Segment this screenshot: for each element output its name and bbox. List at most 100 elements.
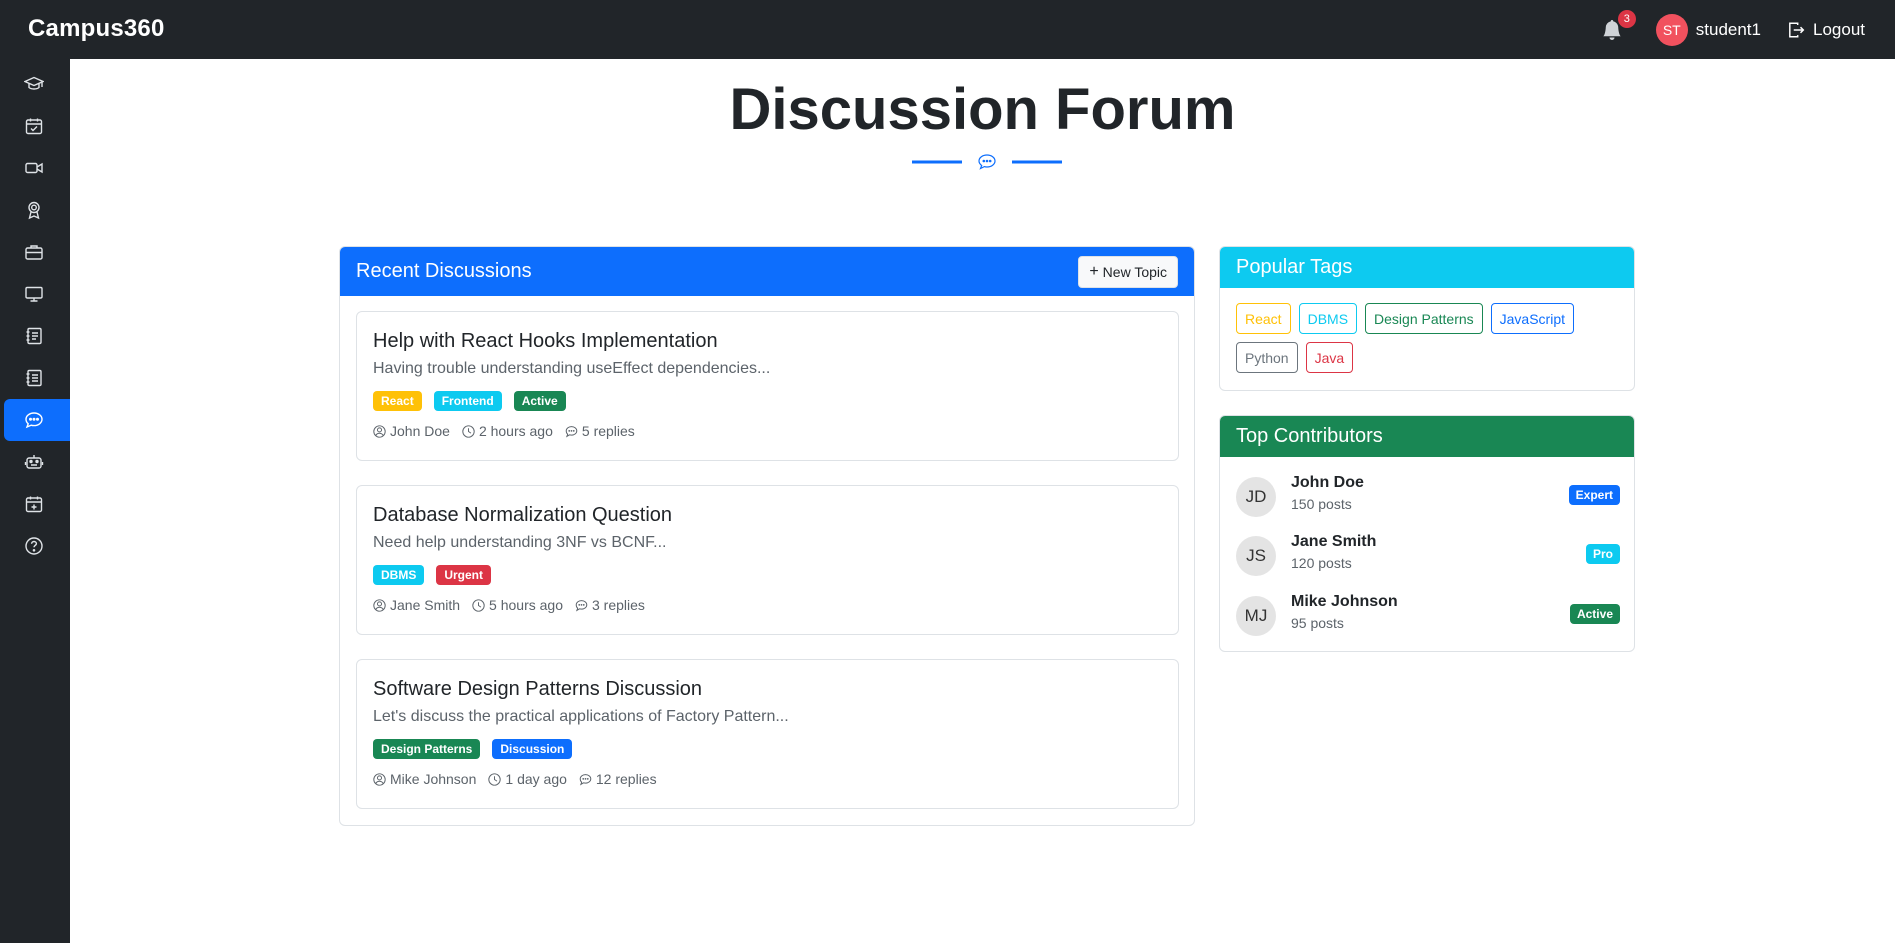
sidebar [0, 59, 70, 943]
author-meta: Mike Johnson [373, 771, 476, 787]
monitor-icon [25, 286, 43, 302]
video-camera-icon [25, 162, 43, 174]
discussion-tags: React Frontend Active [373, 391, 578, 411]
tag-python[interactable]: Python [1236, 342, 1298, 373]
sidebar-item-events[interactable] [4, 483, 70, 525]
sidebar-item-chatbot[interactable] [4, 441, 70, 483]
time-meta: 5 hours ago [472, 597, 563, 613]
avatar: MJ [1236, 596, 1276, 636]
tag-badge[interactable]: Discussion [492, 739, 573, 759]
tag-design-patterns[interactable]: Design Patterns [1365, 303, 1483, 334]
user-menu[interactable]: ST student1 [1655, 13, 1761, 46]
author-name: John Doe [390, 423, 450, 439]
graduation-cap-icon [24, 76, 44, 90]
clock-icon [488, 772, 502, 786]
plus-icon: + [1089, 262, 1099, 280]
replies-meta: 5 replies [565, 423, 635, 439]
username-label: student1 [1695, 19, 1761, 39]
status-badge: Urgent [436, 565, 492, 585]
brand-logo[interactable]: Campus360 [28, 15, 165, 43]
contributor-name: Jane Smith [1291, 533, 1377, 550]
new-topic-button[interactable]: + New Topic [1078, 255, 1178, 288]
sidebar-item-video[interactable] [4, 147, 70, 189]
recent-discussions-title: Recent Discussions [356, 260, 532, 282]
popular-tags-title: Popular Tags [1236, 256, 1353, 278]
author-name: Jane Smith [390, 597, 461, 613]
contributor-posts: 150 posts [1291, 496, 1352, 512]
notifications-button[interactable]: 3 [1598, 9, 1636, 44]
navbar-right: 3 ST student1 Logout [1598, 0, 1865, 59]
post-time: 1 day ago [505, 771, 567, 787]
notification-count-badge: 3 [1617, 9, 1636, 28]
chat-dots-icon [579, 773, 592, 785]
page-title: Discussion Forum [729, 77, 1236, 142]
tag-badge[interactable]: Design Patterns [373, 739, 481, 759]
contributor-name: John Doe [1291, 474, 1364, 491]
person-circle-icon [373, 598, 386, 612]
discussion-item[interactable]: Software Design Patterns Discussion Let'… [356, 659, 1179, 809]
chat-dots-icon [25, 412, 43, 429]
discussion-title[interactable]: Help with React Hooks Implementation [373, 330, 718, 353]
contributor-name: Mike Johnson [1291, 593, 1398, 610]
post-time: 2 hours ago [478, 423, 553, 439]
avatar: JD [1236, 477, 1276, 517]
contributor-item[interactable]: JD John Doe 150 posts Expert [1236, 474, 1620, 518]
tag-react[interactable]: React [1236, 303, 1291, 334]
clock-icon [472, 598, 485, 612]
question-circle-icon [25, 537, 43, 555]
contributor-posts: 120 posts [1291, 555, 1352, 571]
post-time: 5 hours ago [489, 597, 563, 613]
title-divider [912, 154, 1062, 170]
tag-badge[interactable]: Frontend [433, 391, 502, 411]
calendar-check-icon [25, 118, 43, 135]
clock-icon [462, 424, 475, 438]
status-badge: Active [513, 391, 566, 411]
discussion-description: Let's discuss the practical applications… [373, 708, 789, 725]
reply-count: 5 replies [581, 423, 635, 439]
chat-dots-icon [575, 599, 588, 611]
discussion-description: Having trouble understanding useEffect d… [373, 360, 771, 377]
sidebar-item-assignments[interactable] [4, 357, 70, 399]
chat-dots-icon [565, 425, 578, 437]
replies-meta: 3 replies [575, 597, 645, 613]
top-contributors-header: Top Contributors [1220, 416, 1634, 457]
discussion-title[interactable]: Database Normalization Question [373, 504, 672, 527]
sidebar-item-achievements[interactable] [4, 189, 70, 231]
contributor-item[interactable]: MJ Mike Johnson 95 posts Active [1236, 593, 1620, 637]
author-name: Mike Johnson [390, 771, 477, 787]
top-contributors-title: Top Contributors [1236, 425, 1383, 447]
tag-cloud: React DBMS Design Patterns JavaScript Python… [1236, 303, 1616, 381]
sidebar-item-help[interactable] [4, 525, 70, 567]
award-icon [28, 201, 40, 220]
tag-javascript[interactable]: JavaScript [1490, 303, 1574, 334]
sidebar-item-online-class[interactable] [4, 273, 70, 315]
tag-java[interactable]: Java [1305, 342, 1354, 373]
sidebar-item-discussion[interactable] [4, 399, 70, 441]
sidebar-item-placements[interactable] [4, 231, 70, 273]
status-badge: Expert [1568, 485, 1620, 505]
person-circle-icon [373, 772, 386, 786]
recent-discussions-header: Recent Discussions + New Topic [340, 247, 1194, 296]
logout-button[interactable]: Logout [1787, 20, 1865, 40]
discussion-item[interactable]: Help with React Hooks Implementation Hav… [356, 311, 1179, 461]
sidebar-item-courses[interactable] [4, 63, 70, 105]
discussion-item[interactable]: Database Normalization Question Need hel… [356, 485, 1179, 635]
tag-badge[interactable]: DBMS [373, 565, 425, 585]
replies-meta: 12 replies [579, 771, 657, 787]
popular-tags-card: Popular Tags React DBMS Design Patterns Jav… [1219, 246, 1635, 391]
tag-badge[interactable]: React [373, 391, 422, 411]
tag-dbms[interactable]: DBMS [1298, 303, 1358, 334]
logout-icon [1789, 22, 1805, 37]
discussion-title[interactable]: Software Design Patterns Discussion [373, 678, 702, 701]
top-contributors-card: Top Contributors JD John Doe 150 posts E… [1219, 415, 1635, 652]
logout-label: Logout [1813, 19, 1865, 39]
sidebar-item-attendance[interactable] [4, 105, 70, 147]
discussion-meta: Mike Johnson 1 day ago 12 replies [373, 771, 669, 787]
time-meta: 2 hours ago [462, 423, 553, 439]
journal-list-icon [26, 369, 42, 387]
discussion-meta: Jane Smith 5 hours ago 3 replies [373, 597, 657, 613]
reply-count: 3 replies [592, 597, 645, 613]
time-meta: 1 day ago [488, 771, 567, 787]
contributor-item[interactable]: JS Jane Smith 120 posts Pro [1236, 533, 1620, 577]
sidebar-item-notes[interactable] [4, 315, 70, 357]
